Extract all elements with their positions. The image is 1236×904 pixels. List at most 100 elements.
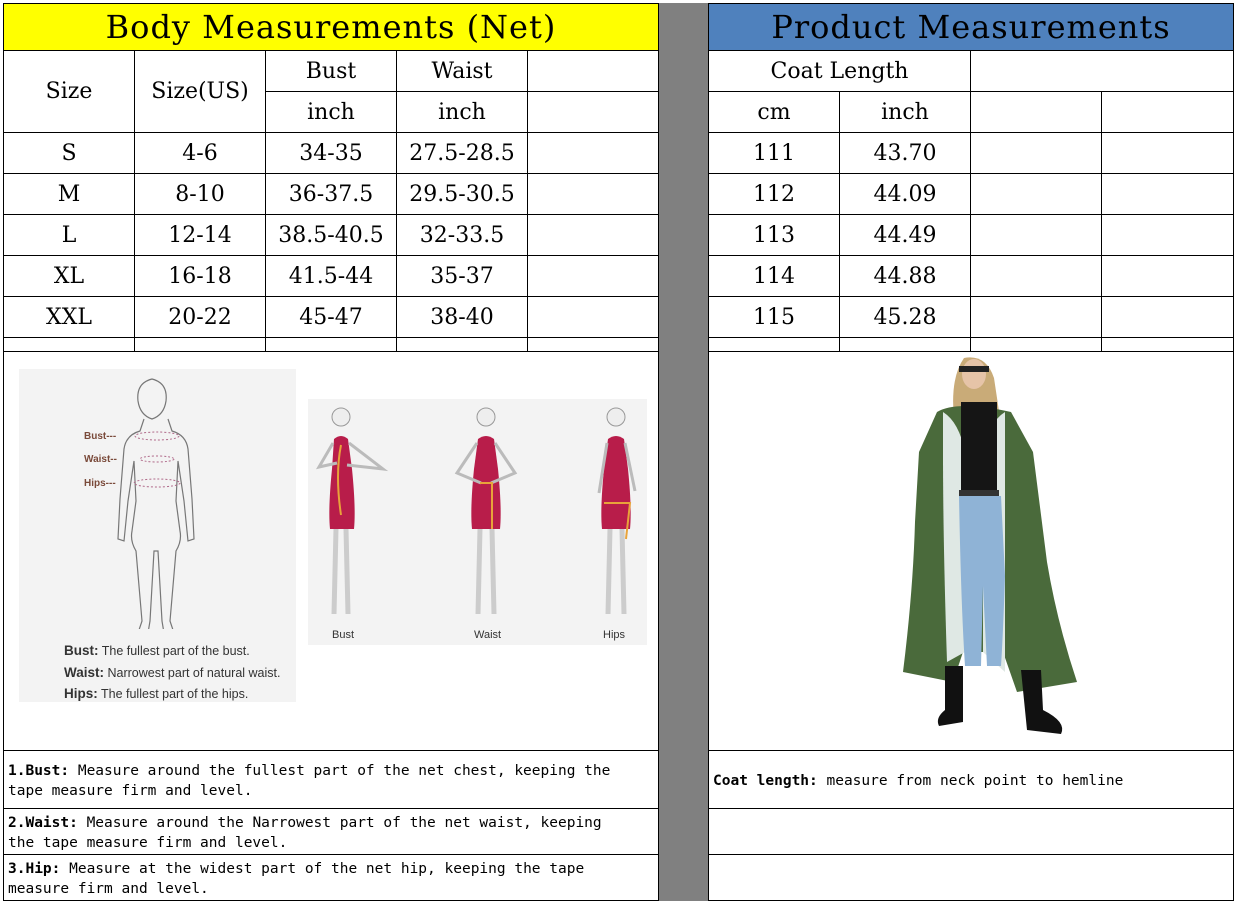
- table-cell: 29.5-30.5: [397, 174, 528, 215]
- note-text: Measure around the fullest part of the n…: [69, 763, 611, 779]
- dress-caption-hips: Hips: [603, 629, 626, 641]
- table-cell: 32-33.5: [397, 215, 528, 256]
- table-cell: 34-35: [266, 133, 397, 174]
- spacer-cell: [266, 338, 397, 352]
- legend-waist: Waist: Narrowest part of natural waist.: [64, 665, 280, 680]
- body-label-waist: Waist--: [84, 454, 117, 465]
- table-cell: XL: [4, 256, 135, 297]
- note-empty: [709, 855, 1234, 901]
- table-cell: 4-6: [135, 133, 266, 174]
- note-term: 2.Waist:: [8, 815, 78, 831]
- table-cell: 44.49: [840, 215, 971, 256]
- col-empty: [971, 51, 1234, 92]
- table-cell: [1102, 174, 1234, 215]
- table-cell: 45-47: [266, 297, 397, 338]
- unit-waist: inch: [397, 92, 528, 133]
- spacer-cell: [709, 338, 840, 352]
- note-empty: [709, 809, 1234, 855]
- col-empty: [528, 51, 659, 92]
- table-cell: [971, 133, 1102, 174]
- legend-desc: Narrowest part of natural waist.: [107, 666, 281, 680]
- unit-cm: cm: [709, 92, 840, 133]
- note-term: Coat length:: [713, 773, 818, 789]
- image-area-right: [709, 352, 1234, 751]
- table-cell: [528, 133, 659, 174]
- table-cell: 12-14: [135, 215, 266, 256]
- coat-model-image: [903, 357, 1077, 734]
- dress-measure-figure: Bust Waist Hips: [308, 399, 647, 645]
- unit-bust: inch: [266, 92, 397, 133]
- body-measure-figure: Bust--- Waist-- Hips--- Bust: The fulles…: [19, 369, 296, 702]
- legend-desc: The fullest part of the bust.: [101, 644, 250, 658]
- legend-desc: The fullest part of the hips.: [101, 687, 249, 701]
- spacer-cell: [1102, 338, 1234, 352]
- table-cell: [1102, 133, 1234, 174]
- table-cell: 35-37: [397, 256, 528, 297]
- body-label-hips: Hips---: [84, 478, 116, 489]
- note-text: measure from neck point to hemline: [817, 773, 1124, 789]
- note-term: 1.Bust:: [8, 763, 70, 779]
- col-bust: Bust: [266, 51, 397, 92]
- table-cell: 112: [709, 174, 840, 215]
- table-cell: [971, 215, 1102, 256]
- spacer-cell: [397, 338, 528, 352]
- table-cell: [971, 174, 1102, 215]
- dress-caption-bust: Bust: [332, 629, 355, 641]
- note-text: tape measure firm and level.: [8, 783, 253, 799]
- table-cell: 16-18: [135, 256, 266, 297]
- table-cell: S: [4, 133, 135, 174]
- spacer-cell: [840, 338, 971, 352]
- legend-term: Hips:: [64, 686, 98, 701]
- table-cell: M: [4, 174, 135, 215]
- table-cell: [528, 174, 659, 215]
- divider-column: [659, 3, 709, 901]
- table-cell: [1102, 256, 1234, 297]
- legend-bust: Bust: The fullest part of the bust.: [64, 643, 250, 658]
- table-cell: 20-22: [135, 297, 266, 338]
- unit-inch: inch: [840, 92, 971, 133]
- spacer-cell: [528, 338, 659, 352]
- table-cell: 8-10: [135, 174, 266, 215]
- note-coat-length: Coat length: measure from neck point to …: [709, 751, 1234, 809]
- unit-empty: [971, 92, 1102, 133]
- table-cell: 111: [709, 133, 840, 174]
- note-bust: 1.Bust: Measure around the fullest part …: [4, 751, 659, 809]
- table-cell: 44.09: [840, 174, 971, 215]
- col-waist: Waist: [397, 51, 528, 92]
- table-cell: 38-40: [397, 297, 528, 338]
- legend-term: Bust:: [64, 643, 99, 658]
- table-cell: 38.5-40.5: [266, 215, 397, 256]
- table-cell: [528, 256, 659, 297]
- table-cell: [1102, 215, 1234, 256]
- spacer-cell: [4, 338, 135, 352]
- table-cell: [971, 297, 1102, 338]
- table-cell: 113: [709, 215, 840, 256]
- legend-term: Waist:: [64, 665, 104, 680]
- note-term: 3.Hip:: [8, 861, 61, 877]
- table-cell: [971, 256, 1102, 297]
- table-cell: 27.5-28.5: [397, 133, 528, 174]
- table-cell: 44.88: [840, 256, 971, 297]
- unit-empty: [528, 92, 659, 133]
- body-outline-icon: [117, 378, 195, 629]
- table-cell: L: [4, 215, 135, 256]
- right-title: Product Measurements: [709, 4, 1234, 51]
- unit-empty: [1102, 92, 1234, 133]
- note-hip: 3.Hip: Measure at the widest part of the…: [4, 855, 659, 901]
- table-cell: 36-37.5: [266, 174, 397, 215]
- body-label-bust: Bust---: [84, 431, 117, 442]
- col-size: Size: [4, 51, 135, 133]
- note-text: Measure at the widest part of the net hi…: [60, 861, 585, 877]
- table-cell: 45.28: [840, 297, 971, 338]
- table-cell: 115: [709, 297, 840, 338]
- note-text: Measure around the Narrowest part of the…: [77, 815, 602, 831]
- note-waist: 2.Waist: Measure around the Narrowest pa…: [4, 809, 659, 855]
- table-cell: [528, 215, 659, 256]
- dress-figures-icon: [315, 407, 637, 615]
- left-title: Body Measurements (Net): [4, 4, 659, 51]
- table-cell: 43.70: [840, 133, 971, 174]
- spacer-cell: [135, 338, 266, 352]
- spacer-cell: [971, 338, 1102, 352]
- col-coat-length: Coat Length: [709, 51, 971, 92]
- table-cell: 41.5-44: [266, 256, 397, 297]
